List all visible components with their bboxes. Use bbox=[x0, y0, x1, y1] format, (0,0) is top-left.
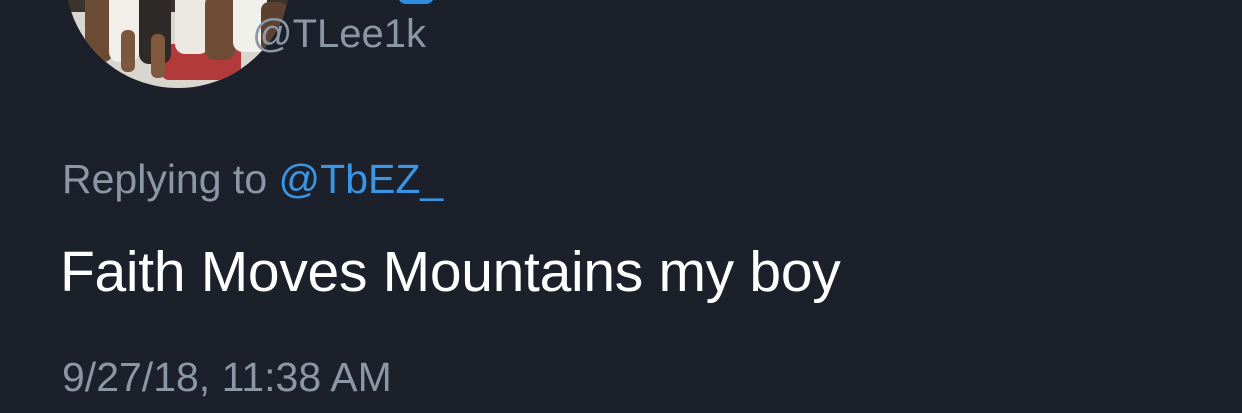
replying-to-line: Replying to @TbEZ_ bbox=[62, 154, 443, 204]
tweet-text: Faith Moves Mountains my boy bbox=[60, 240, 841, 304]
reply-prefix: Replying to bbox=[62, 156, 268, 202]
reply-to-mention[interactable]: @TbEZ_ bbox=[279, 156, 444, 202]
verified-badge-icon bbox=[398, 0, 434, 4]
tweet-timestamp[interactable]: 9/27/18, 11:38 AM bbox=[62, 352, 392, 402]
author-handle[interactable]: @TLee1k bbox=[252, 10, 426, 58]
